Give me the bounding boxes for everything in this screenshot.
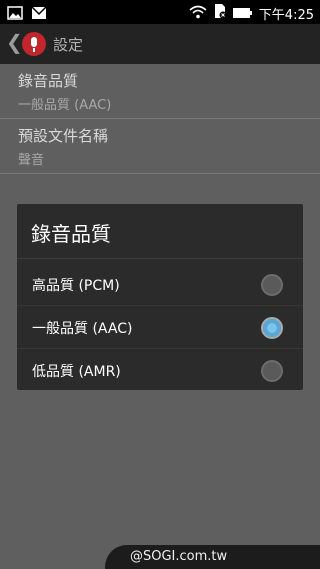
microphone-app-icon[interactable] xyxy=(22,32,46,56)
pref-default-filename[interactable]: 預設文件名稱 聲音 xyxy=(0,119,320,174)
pref-summary: 聲音 xyxy=(18,153,45,168)
mail-notification-icon xyxy=(31,5,47,24)
action-bar: ❮ 設定 xyxy=(0,24,320,64)
option-low-quality[interactable]: 低品質 (AMR) xyxy=(17,349,303,392)
pref-title: 預設文件名稱 xyxy=(18,127,109,145)
battery-icon xyxy=(232,4,253,23)
option-label: 低品質 (AMR) xyxy=(32,364,121,380)
pref-summary: 一般品質 (AAC) xyxy=(18,98,112,113)
option-high-quality[interactable]: 高品質 (PCM) xyxy=(17,263,303,306)
chevron-left-icon[interactable]: ❮ xyxy=(6,30,23,54)
radio-button[interactable] xyxy=(261,274,283,296)
page-title: 設定 xyxy=(53,36,84,54)
status-time: 下午4:25 xyxy=(258,7,314,23)
divider xyxy=(17,258,303,259)
option-normal-quality[interactable]: 一般品質 (AAC) xyxy=(17,306,303,349)
image-notification-icon xyxy=(7,5,23,24)
sim-card-icon xyxy=(213,3,227,23)
wifi-icon xyxy=(189,4,207,23)
radio-button[interactable] xyxy=(261,360,283,382)
option-label: 一般品質 (AAC) xyxy=(32,321,133,337)
watermark: @SOGI.com.tw xyxy=(130,549,228,564)
option-label: 高品質 (PCM) xyxy=(32,278,120,294)
radio-button-selected[interactable] xyxy=(261,317,283,339)
dialog-title: 錄音品質 xyxy=(31,222,111,246)
pref-recording-quality[interactable]: 錄音品質 一般品質 (AAC) xyxy=(0,64,320,119)
recording-quality-dialog: 錄音品質 高品質 (PCM) 一般品質 (AAC) 低品質 (AMR) xyxy=(17,204,303,390)
status-bar: 下午4:25 xyxy=(0,0,320,24)
pref-title: 錄音品質 xyxy=(18,72,79,90)
